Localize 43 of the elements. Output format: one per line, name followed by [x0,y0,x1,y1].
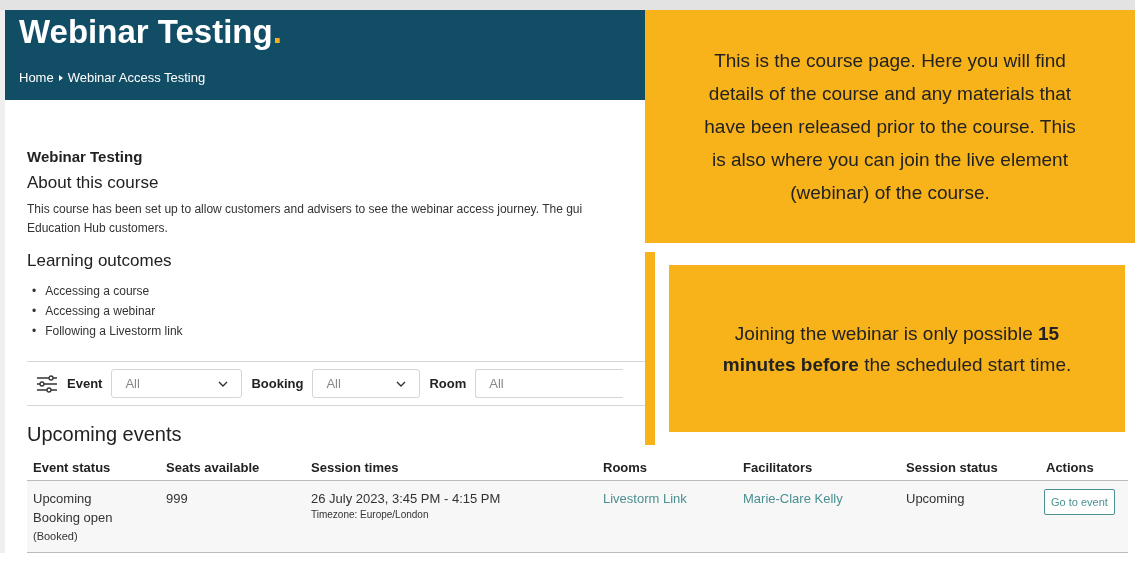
bullet-marker: • [32,303,37,320]
course-description: This course has been set up to allow customers and advisers to see the webinar access journey. The gui Education Hub customers. [27,201,583,237]
room-link[interactable]: Livestorm Link [603,491,687,506]
chevron-down-icon [396,380,407,387]
column-header: Facilitators [743,459,813,475]
course-name: Webinar Testing [27,148,143,166]
column-header: Session times [311,459,399,475]
filter-field[interactable]: All [475,369,624,398]
table-cell: Timezone: Europe/London [311,508,429,522]
filter-label: Event [67,374,103,393]
bullet-marker: • [32,283,37,300]
table-cell-text: (Booked) [33,529,79,544]
caret-right-icon [58,74,63,81]
column-header: Actions [1046,459,1094,475]
bullet-marker: • [32,323,37,340]
column-header: Session status [906,459,998,475]
table-cell: 999 [166,491,188,506]
facilitator-link[interactable]: Marie-Clare Kelly [743,491,843,506]
column-header: Event status [33,459,111,475]
outcome-item: Accessing a course [45,283,150,300]
chevron-down-icon [218,380,229,387]
callout-text: This is the course page. Here you will find details of the course and any materials that have been released prior to the course. This is also where you can join the live element (webinar) of the course. [703,49,1077,205]
table-cell-text: Booking open [33,509,114,527]
filter-label: Booking [251,374,304,393]
column-header: Rooms [603,459,648,475]
column-header: Seats available [166,459,260,475]
filter-label: Room [429,374,467,393]
table-cell-text: Upcoming [33,490,93,508]
filter-dropdown[interactable]: All [312,369,421,398]
page-title: Webinar Testing. [19,12,283,52]
filter-dropdown[interactable]: All [111,369,243,398]
filter-sliders-icon [36,374,58,393]
section-heading: Learning outcomes [27,250,172,272]
table-cell-text: 26 July 2023, 3:45 PM - 4:15 PM [311,490,501,508]
section-heading: About this course [27,172,159,194]
breadcrumb-link[interactable]: Home [19,68,54,88]
breadcrumb-link[interactable]: Webinar Access Testing [67,68,206,88]
section-heading: Upcoming events [27,422,183,446]
outcome-item: Accessing a webinar [45,303,156,320]
table-cell: Upcoming [906,491,965,506]
outcome-item: Following a Livestorm link [45,323,183,340]
go-to-event-button[interactable]: Go to event [1044,489,1115,515]
callout-text: Joining the webinar is only possible 15 minutes before the scheduled start time. [721,321,1073,377]
